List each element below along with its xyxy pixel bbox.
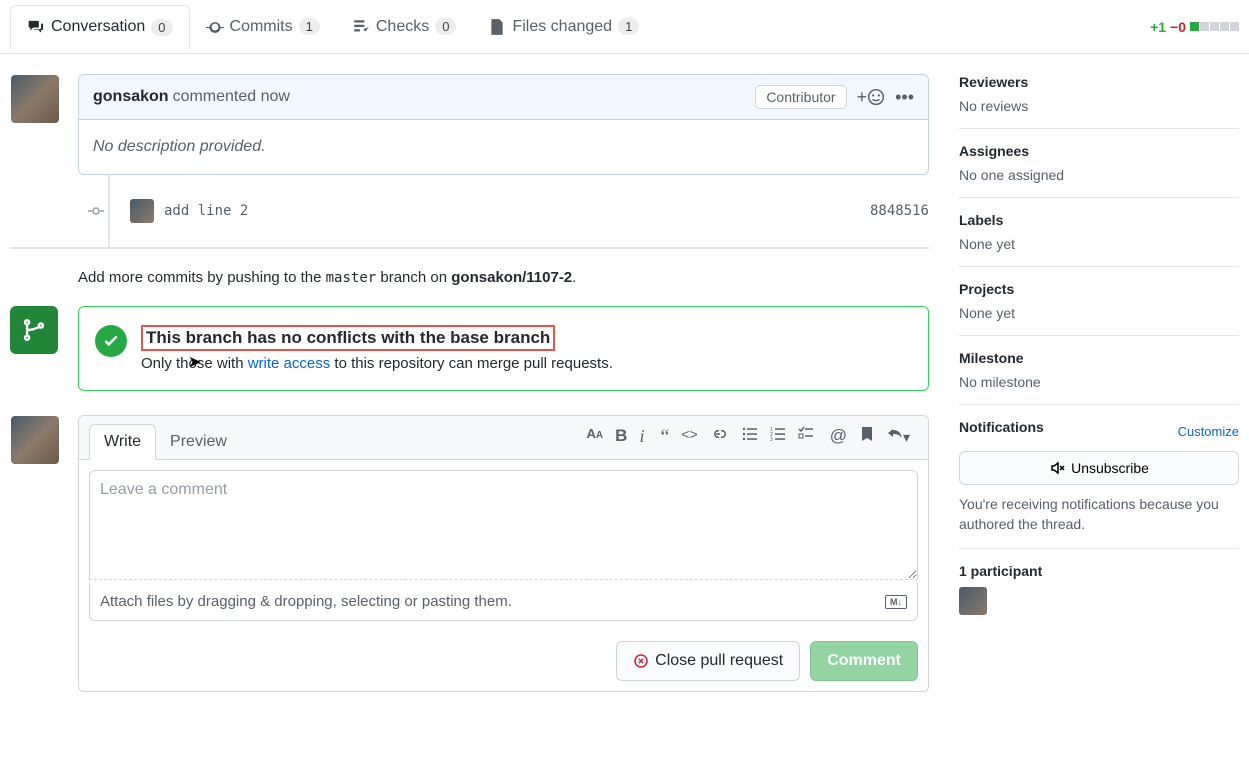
current-user-avatar[interactable] [11,416,59,464]
timeline-divider [10,247,929,249]
tab-preview[interactable]: Preview [156,425,241,459]
svg-text:3: 3 [770,437,773,442]
commit-row: add line 2 8848516 [88,199,929,223]
link-icon[interactable] [710,426,726,449]
comment-textarea[interactable] [89,470,918,580]
tab-files-count: 1 [618,18,639,35]
tab-files-label: Files changed [512,18,612,36]
comment-timestamp: commented now [173,88,290,106]
saved-reply-icon[interactable] [859,426,875,449]
comment-header: gonsakon commented now Contributor + ••• [79,75,928,120]
heading-icon[interactable]: AA [587,426,604,449]
tab-files[interactable]: Files changed 1 [472,6,655,48]
timeline-comment: gonsakon commented now Contributor + •••… [78,74,929,175]
unsubscribe-button[interactable]: Unsubscribe [959,451,1239,485]
diffstat-deletions: −0 [1170,19,1186,35]
push-hint: Add more commits by pushing to the maste… [78,269,929,286]
comment-button[interactable]: Comment [810,641,918,681]
sidebar-projects[interactable]: Projects None yet [959,267,1239,336]
commit-sha[interactable]: 8848516 [870,203,929,219]
git-commit-icon [206,18,224,36]
tab-commits-label: Commits [230,18,293,36]
commit-author-avatar[interactable] [130,199,154,223]
mention-icon[interactable]: @ [830,426,847,449]
tab-checks-count: 0 [435,18,456,35]
diffstat-blocks [1190,22,1239,31]
sidebar-milestone[interactable]: Milestone No milestone [959,336,1239,405]
add-reaction-button[interactable]: + [857,87,886,108]
merge-status-title: This branch has no conflicts with the ba… [141,325,555,351]
task-list-icon[interactable] [798,426,814,449]
quote-icon[interactable]: “ [660,426,669,449]
merge-status-subtitle: Only those with write access to this rep… [141,355,613,372]
comment-discussion-icon [27,18,45,36]
markdown-toolbar: AA B i “ <> 123 [587,426,918,457]
repo-name: gonsakon/1107-2 [451,269,572,286]
diffstat: +1 −0 [1150,19,1239,35]
markdown-icon[interactable]: M↓ [885,595,907,609]
tab-commits[interactable]: Commits 1 [190,6,336,48]
tab-conversation-count: 0 [151,19,172,36]
code-icon[interactable]: <> [681,426,697,449]
pr-tabs: Conversation 0 Commits 1 Checks 0 Files … [0,0,1249,54]
merge-branch-icon [10,306,58,354]
sidebar-participants: 1 participant [959,549,1239,629]
checklist-icon [352,18,370,36]
diffstat-additions: +1 [1150,19,1166,35]
notification-reason: You're receiving notifications because y… [959,495,1239,534]
write-access-link[interactable]: write access [248,355,331,372]
reply-icon[interactable]: ▾ [887,426,910,449]
mute-icon [1049,460,1065,476]
ordered-list-icon[interactable]: 123 [770,426,786,449]
bold-icon[interactable]: B [615,426,627,449]
tab-commits-count: 1 [299,18,320,35]
comment-author[interactable]: gonsakon [93,88,169,106]
sidebar-reviewers[interactable]: Reviewers No reviews [959,74,1239,129]
git-pr-closed-icon [633,653,649,669]
unordered-list-icon[interactable] [742,426,758,449]
comment-menu-button[interactable]: ••• [895,87,914,108]
sidebar-notifications: Notifications Customize Unsubscribe You'… [959,405,1239,549]
sidebar: Reviewers No reviews Assignees No one as… [959,74,1239,692]
new-comment-box: Write Preview AA B i “ <> [78,415,929,692]
close-pull-request-button[interactable]: Close pull request [616,641,800,681]
italic-icon[interactable]: i [639,426,644,449]
sidebar-assignees[interactable]: Assignees No one assigned [959,129,1239,198]
sidebar-labels[interactable]: Labels None yet [959,198,1239,267]
commit-message[interactable]: add line 2 [164,203,248,219]
smiley-icon [867,88,885,106]
tab-checks-label: Checks [376,18,429,36]
attach-hint[interactable]: Attach files by dragging & dropping, sel… [89,583,918,621]
author-avatar[interactable] [11,75,59,123]
tab-checks[interactable]: Checks 0 [336,6,473,48]
contributor-badge: Contributor [755,85,846,109]
tab-conversation[interactable]: Conversation 0 [10,5,190,49]
tab-conversation-label: Conversation [51,18,145,36]
comment-body: No description provided. [79,120,928,174]
customize-link[interactable]: Customize [1178,424,1239,439]
tab-write[interactable]: Write [89,424,156,460]
branch-name: master [326,270,377,286]
participant-avatar[interactable] [959,587,987,615]
file-diff-icon [488,18,506,36]
check-icon [95,325,127,357]
git-commit-icon [88,203,104,219]
merge-status: This branch has no conflicts with the ba… [78,306,929,391]
